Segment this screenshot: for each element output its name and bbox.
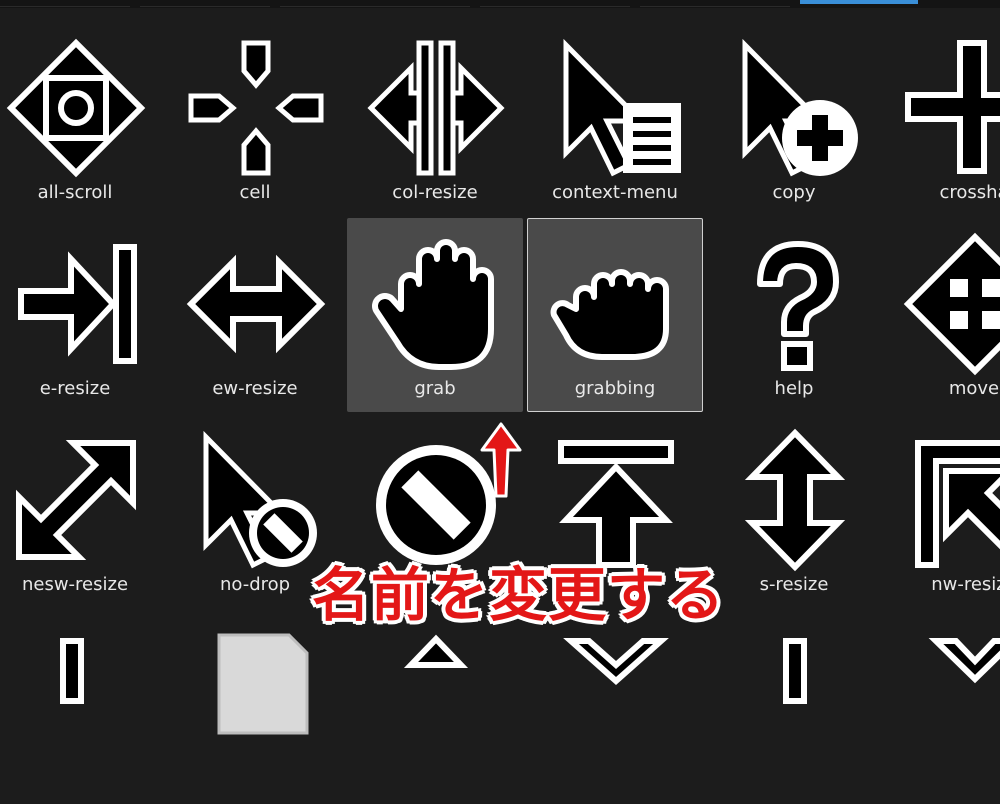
cursor-tile-copy[interactable]: copy	[706, 22, 882, 216]
cursor-partial-icon	[1, 621, 151, 771]
cursor-tile-move[interactable]: move	[886, 218, 1000, 412]
nw-resize-icon	[900, 425, 1000, 575]
move-icon	[900, 229, 1000, 379]
cursor-label: copy	[772, 182, 816, 203]
cursor-tile-partial[interactable]	[167, 610, 343, 804]
cursor-label: all-scroll	[37, 182, 113, 203]
cursor-tile-e-resize[interactable]: e-resize	[0, 218, 163, 412]
cell-icon	[181, 33, 331, 183]
cursor-partial-icon	[900, 621, 1000, 771]
cursor-label: e-resize	[39, 378, 111, 399]
cursor-tile-partial[interactable]	[886, 610, 1000, 804]
cursor-label: ew-resize	[212, 378, 298, 399]
grab-icon	[361, 229, 511, 379]
cursor-tile-ew-resize[interactable]: ew-resize	[167, 218, 343, 412]
cursor-tile-context-menu[interactable]: context-menu	[527, 22, 703, 216]
annotation-arrow-icon	[480, 422, 522, 498]
cursor-label: grab	[414, 378, 456, 399]
cursor-tile-partial[interactable]	[0, 610, 163, 804]
grabbing-icon	[541, 229, 691, 379]
e-resize-icon	[1, 229, 151, 379]
nesw-resize-icon	[1, 425, 151, 575]
ew-resize-icon	[181, 229, 331, 379]
cursor-tile-cell[interactable]: cell	[167, 22, 343, 216]
cursor-partial-icon	[720, 621, 870, 771]
cursor-label: context-menu	[552, 182, 678, 203]
context-menu-icon	[541, 33, 691, 183]
cursor-tile-partial[interactable]	[527, 610, 703, 804]
cursor-label: move	[948, 378, 1000, 399]
cursor-tile-crosshair[interactable]: crossha	[886, 22, 1000, 216]
cursor-tile-all-scroll[interactable]: all-scroll	[0, 22, 163, 216]
toolbar-segment	[140, 0, 270, 7]
copy-icon	[720, 33, 870, 183]
crosshair-icon	[900, 33, 1000, 183]
cursor-label: crossha	[939, 182, 1000, 203]
cursor-label: nw-resize	[931, 574, 1000, 595]
help-icon	[720, 229, 870, 379]
document-icon	[181, 621, 331, 771]
cursor-label: nesw-resize	[21, 574, 129, 595]
cursor-tile-nesw-resize[interactable]: nesw-resize	[0, 414, 163, 608]
cursor-tile-ns-resize[interactable]: s-resize	[706, 414, 882, 608]
toolbar-segment	[640, 0, 790, 7]
ns-resize-icon	[720, 425, 870, 575]
cursor-label: s-resize	[759, 574, 829, 595]
cursor-partial-icon	[541, 621, 691, 771]
cursor-partial-icon	[361, 621, 511, 771]
cursor-tile-help[interactable]: help	[706, 218, 882, 412]
cursor-label: col-resize	[392, 182, 478, 203]
cursor-tile-partial[interactable]	[706, 610, 882, 804]
cursor-tile-nw-resize[interactable]: nw-resize	[886, 414, 1000, 608]
toolbar-segment	[280, 0, 470, 7]
cursor-label: cell	[239, 182, 271, 203]
cursor-label: help	[774, 378, 814, 399]
annotation-rename-label: 名前を変更する	[312, 561, 726, 629]
top-toolbar-strip	[0, 0, 1000, 8]
cursor-tile-partial[interactable]	[347, 610, 523, 804]
active-tab-indicator	[800, 0, 918, 4]
toolbar-segment	[480, 0, 630, 7]
col-resize-icon	[361, 33, 511, 183]
cursor-label: grabbing	[574, 378, 656, 399]
cursor-tile-col-resize[interactable]: col-resize	[347, 22, 523, 216]
no-drop-icon	[181, 425, 331, 575]
cursor-tile-grabbing[interactable]: grabbing	[527, 218, 703, 412]
cursor-tile-grab[interactable]: grab	[347, 218, 523, 412]
all-scroll-icon	[1, 33, 151, 183]
toolbar-segment	[0, 0, 130, 7]
